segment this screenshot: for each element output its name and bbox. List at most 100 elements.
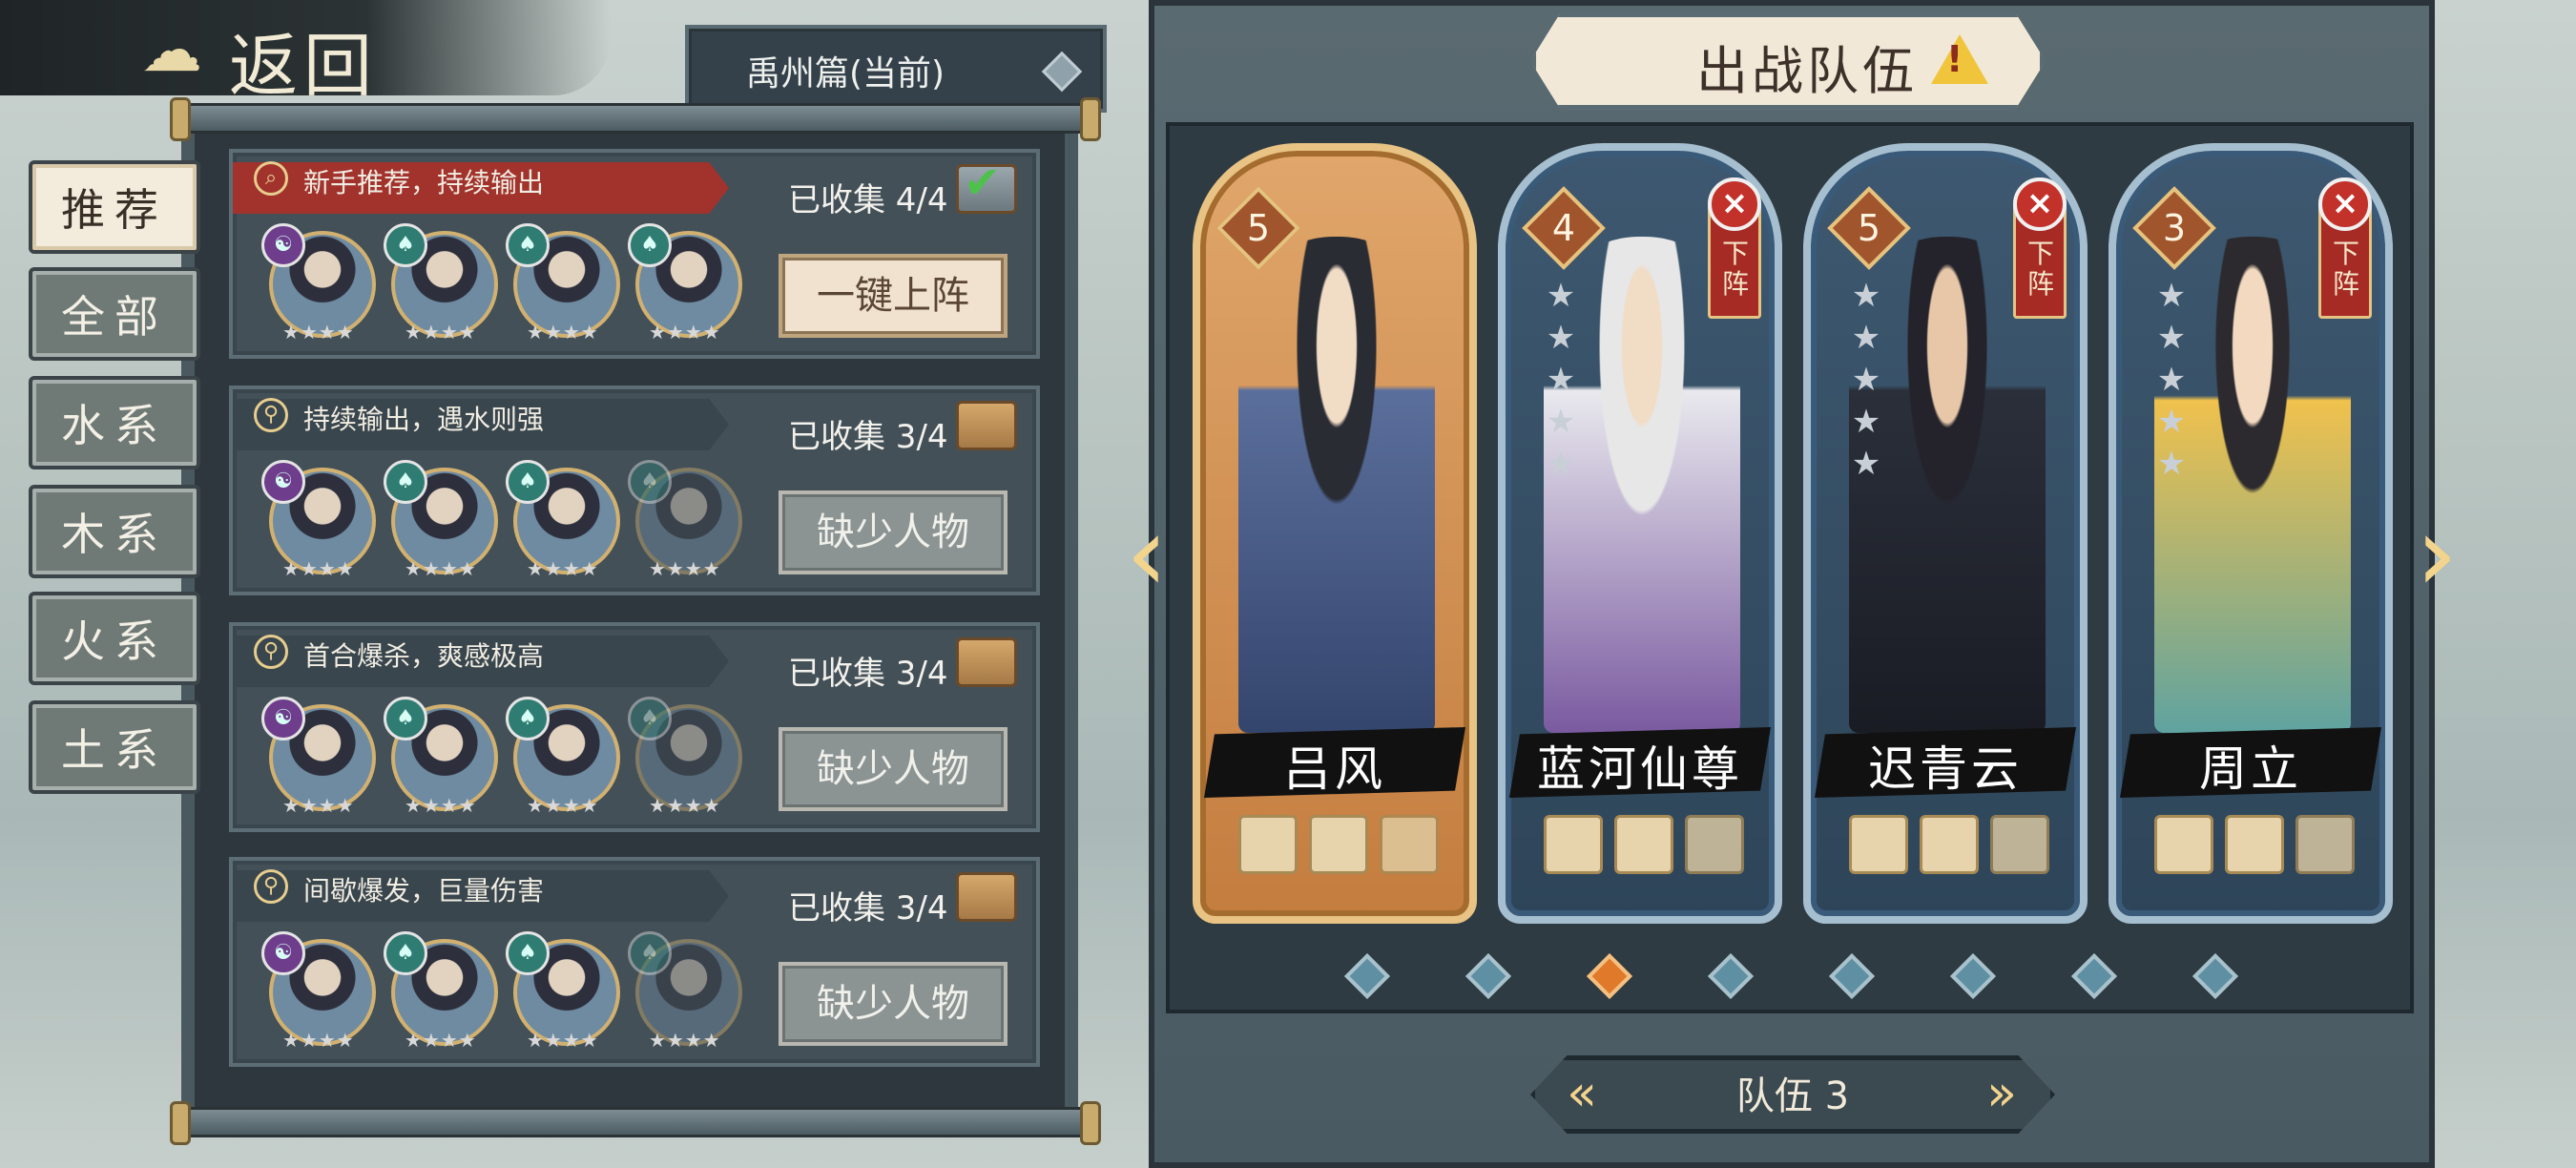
- star-rating: ★★★★: [527, 321, 599, 344]
- hero-portrait: [1238, 237, 1435, 733]
- wood-element-icon: ♠: [384, 223, 427, 267]
- team-description: 首合爆杀，爽感极高: [303, 640, 545, 672]
- unequip-label[interactable]: 下阵: [2332, 239, 2360, 300]
- star-rating: ★★★★: [649, 1029, 721, 1052]
- reward-chest-icon[interactable]: [956, 401, 1017, 450]
- hero-name: 迟青云: [1868, 741, 2023, 797]
- wood-element-icon: ♠: [384, 460, 427, 504]
- tab-0[interactable]: 推荐: [29, 160, 200, 254]
- team-card[interactable]: ⚲ 首合爆杀，爽感极高 已收集 3/4 ☯ ★★★★ ♠ ★★★★ ♠ ★★★★ ♠ ★★★★ 缺少人…: [229, 622, 1040, 832]
- star-rating: ★★★★: [282, 321, 355, 344]
- tab-label: 推荐: [61, 184, 168, 236]
- weapon-slot-icon[interactable]: [2154, 815, 2213, 874]
- prev-arrow-icon[interactable]: ‹: [1118, 496, 1175, 611]
- chapter-selector[interactable]: 禹州篇(当前): [685, 25, 1107, 113]
- back-label[interactable]: 返回: [229, 10, 378, 110]
- team-card[interactable]: ⚲ 持续输出，遇水则强 已收集 3/4 ☯ ★★★★ ♠ ★★★★ ♠ ★★★★ ♠ ★★★★ 缺少人…: [229, 386, 1040, 595]
- team-prev-icon[interactable]: «: [1555, 1067, 1609, 1120]
- chapter-label: 禹州篇(当前): [746, 54, 945, 94]
- close-icon[interactable]: ×: [1708, 177, 1761, 231]
- close-icon[interactable]: ×: [2013, 177, 2067, 231]
- yinyang-element-icon: ☯: [261, 697, 305, 740]
- wood-element-icon: ♠: [506, 931, 550, 975]
- team-card[interactable]: ⚲ 间歇爆发，巨量伤害 已收集 3/4 ☯ ★★★★ ♠ ★★★★ ♠ ★★★★ ♠ ★★★★ 缺少人…: [229, 857, 1040, 1067]
- scroll-rod-top: [172, 103, 1099, 134]
- yinyang-element-icon: ☯: [261, 223, 305, 267]
- tab-1[interactable]: 全部: [29, 267, 200, 361]
- wood-element-icon: ♠: [384, 697, 427, 740]
- missing-hero-button[interactable]: 缺少人物: [779, 727, 1008, 811]
- armor-slot-icon[interactable]: [1920, 815, 1979, 874]
- weapon-slot-icon[interactable]: [1544, 815, 1603, 874]
- collect-count: 已收集 3/4: [788, 889, 948, 928]
- wood-element-icon: ♠: [384, 931, 427, 975]
- team-next-icon[interactable]: »: [1975, 1067, 2028, 1120]
- star-rating: ★★★★: [405, 557, 477, 580]
- hero-card[interactable]: 3 ★ ★ ★ ★ ★ × 下阵周立: [2109, 143, 2393, 924]
- wood-element-icon: ♠: [506, 697, 550, 740]
- reward-chest-icon[interactable]: [956, 637, 1017, 687]
- unequip-label[interactable]: 下阵: [2026, 239, 2055, 300]
- battle-title: 出战队伍: [1696, 41, 1918, 101]
- armor-slot-icon[interactable]: [1614, 815, 1673, 874]
- warning-mark: !: [1946, 38, 1963, 80]
- diamond-icon: [1041, 51, 1083, 93]
- hero-card[interactable]: 4 ★ ★ ★ ★ ★ × 下阵 蓝河仙尊: [1498, 143, 1782, 924]
- team-description: 间歇爆发，巨量伤害: [303, 875, 545, 907]
- accessory-slot-icon[interactable]: [1380, 815, 1439, 874]
- star-rating: ★★★★: [649, 321, 721, 344]
- tab-label: 土系: [61, 724, 168, 776]
- collect-count: 已收集 4/4: [788, 181, 948, 219]
- unequip-label[interactable]: 下阵: [1721, 239, 1750, 300]
- tab-2[interactable]: 水系: [29, 376, 200, 469]
- tab-3[interactable]: 木系: [29, 485, 200, 578]
- collect-count: 已收集 3/4: [788, 655, 948, 693]
- tab-label: 木系: [61, 509, 168, 560]
- checkmark-icon: ✔: [964, 156, 1001, 208]
- team-description: 持续输出，遇水则强: [303, 404, 545, 435]
- armor-slot-icon[interactable]: [1309, 815, 1368, 874]
- close-icon[interactable]: ×: [2318, 177, 2372, 231]
- star-rating: ★★★★: [527, 557, 599, 580]
- wood-element-icon: ♠: [506, 460, 550, 504]
- hero-name: 蓝河仙尊: [1537, 741, 1743, 797]
- armor-slot-icon[interactable]: [2225, 815, 2284, 874]
- tab-label: 火系: [61, 615, 168, 667]
- collect-count: 已收集 3/4: [788, 418, 948, 456]
- hero-level: 5: [1246, 207, 1271, 249]
- wood-element-icon: ♠: [628, 697, 672, 740]
- star-rating: ★★★★: [282, 794, 355, 817]
- hero-card[interactable]: 5 吕风: [1193, 143, 1477, 924]
- accessory-slot-icon[interactable]: [1990, 815, 2049, 874]
- lock-icon: ⚲: [254, 869, 288, 904]
- wood-element-icon: ♠: [628, 931, 672, 975]
- hero-level: 5: [1857, 207, 1881, 249]
- deploy-all-button[interactable]: 一键上阵: [779, 254, 1008, 338]
- weapon-slot-icon[interactable]: [1849, 815, 1908, 874]
- hero-level: 3: [2162, 207, 2187, 249]
- hero-stars: ★ ★ ★ ★ ★: [2156, 277, 2187, 483]
- weapon-slot-icon[interactable]: [1238, 815, 1298, 874]
- scroll-rod-bottom: [172, 1107, 1099, 1137]
- wood-element-icon: ♠: [628, 460, 672, 504]
- lock-icon: ⚲: [254, 398, 288, 432]
- hero-stars: ★ ★ ★ ★ ★: [1546, 277, 1576, 483]
- star-rating: ★★★★: [649, 794, 721, 817]
- star-rating: ★★★★: [527, 1029, 599, 1052]
- tab-5[interactable]: 土系: [29, 700, 200, 794]
- lock-icon: ⚲: [254, 635, 288, 669]
- next-arrow-icon[interactable]: ›: [2408, 496, 2465, 611]
- hero-card[interactable]: 5 ★ ★ ★ ★ ★ × 下阵迟青云: [1803, 143, 2088, 924]
- missing-hero-button[interactable]: 缺少人物: [779, 490, 1008, 574]
- team-card[interactable]: ⌕ 新手推荐，持续输出 已收集 4/4 ✔ ☯ ★★★★ ♠ ★★★★ ♠ ★★★★ ♠ ★★★★ 一键…: [229, 149, 1040, 359]
- accessory-slot-icon[interactable]: [2296, 815, 2355, 874]
- hero-name: 周立: [2199, 741, 2302, 797]
- wood-element-icon: ♠: [628, 223, 672, 267]
- missing-hero-button[interactable]: 缺少人物: [779, 962, 1008, 1046]
- team-description: 新手推荐，持续输出: [303, 167, 545, 198]
- hero-stars: ★ ★ ★ ★ ★: [1851, 277, 1881, 483]
- accessory-slot-icon[interactable]: [1685, 815, 1744, 874]
- tab-4[interactable]: 火系: [29, 592, 200, 685]
- reward-chest-icon[interactable]: [956, 872, 1017, 922]
- rod-cap-icon: [170, 1101, 191, 1145]
